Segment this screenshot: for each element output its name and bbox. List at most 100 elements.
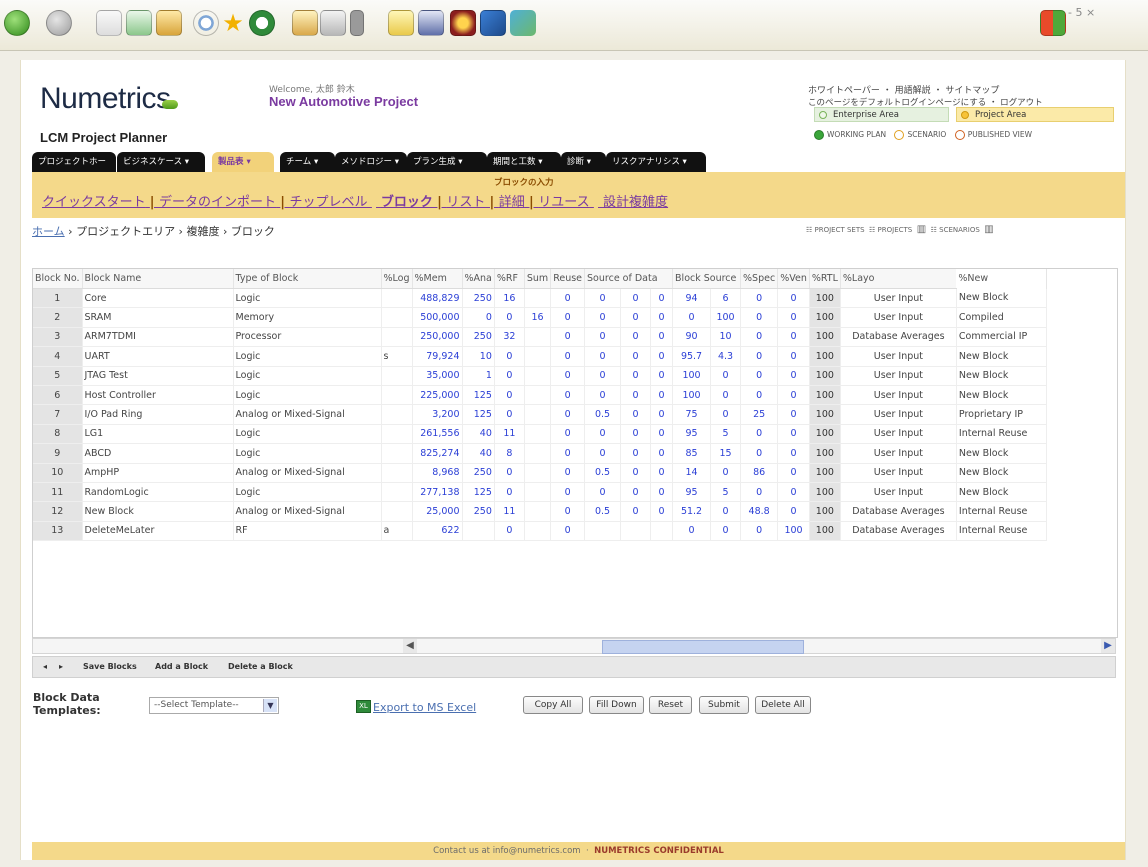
table-cell[interactable]: 0.5: [584, 463, 622, 483]
table-row[interactable]: 2 SRAM Memory 500,000 0 0 16 0 0 0 0 0 100 0 0 100 User …: [33, 307, 1047, 328]
table-cell[interactable]: User Input: [840, 346, 957, 367]
table-cell[interactable]: RF: [233, 521, 382, 541]
table-row[interactable]: 11 RandomLogic Logic 277,138 125 0 0 0 0 0 95 5 0 0 10…: [33, 482, 1047, 502]
table-cell[interactable]: 0: [650, 385, 674, 405]
table-cell[interactable]: 0: [584, 346, 622, 367]
table-cell[interactable]: [381, 385, 413, 405]
table-cell[interactable]: 15: [710, 443, 742, 464]
table-row[interactable]: 5 JTAG Test Logic 35,000 1 0 0 0 0 0 100 0 0 0 100 User…: [33, 366, 1047, 386]
col-header[interactable]: Type of Block: [233, 269, 382, 289]
table-cell[interactable]: 6: [710, 288, 742, 308]
table-cell[interactable]: [381, 327, 413, 347]
table-cell[interactable]: 0: [710, 404, 742, 425]
table-cell[interactable]: 100: [809, 288, 841, 308]
nav-business-case[interactable]: ビジネスケース ▾: [117, 152, 205, 172]
scenarios-link[interactable]: SCENARIOS: [939, 226, 980, 234]
breadcrumb-home[interactable]: ホーム: [32, 225, 65, 238]
table-cell[interactable]: 0: [494, 404, 525, 425]
col-header[interactable]: %Ven: [777, 269, 810, 289]
table-cell[interactable]: 0: [584, 424, 622, 444]
col-header[interactable]: Block No.: [33, 269, 83, 289]
excel-icon[interactable]: XL: [356, 700, 371, 713]
table-cell[interactable]: 0: [740, 424, 779, 444]
table-cell[interactable]: 79,924: [412, 346, 463, 367]
table-cell[interactable]: 94: [672, 288, 712, 308]
table-cell[interactable]: 0: [672, 521, 712, 541]
table-cell[interactable]: 250: [462, 327, 495, 347]
table-cell[interactable]: Analog or Mixed-Signal: [233, 404, 382, 425]
table-cell[interactable]: 0: [620, 404, 652, 425]
table-cell[interactable]: 0: [650, 482, 674, 502]
table-cell[interactable]: 250: [462, 288, 495, 308]
edit-icon[interactable]: [350, 10, 364, 36]
table-cell[interactable]: 100: [809, 463, 841, 483]
table-cell[interactable]: 488,829: [412, 288, 463, 308]
table-cell[interactable]: 100: [809, 521, 841, 541]
projects-link[interactable]: PROJECTS: [878, 226, 913, 234]
search-icon[interactable]: [193, 10, 219, 36]
table-cell[interactable]: Logic: [233, 346, 382, 367]
sublink-design-complexity[interactable]: 設計複雑度: [603, 195, 668, 210]
toolbar-icon[interactable]: [450, 10, 476, 36]
footer-contact[interactable]: Contact us at info@numetrics.com: [433, 846, 580, 856]
working-plan-radio[interactable]: [814, 130, 824, 140]
window-controls[interactable]: - 5 ×: [1068, 6, 1095, 19]
table-cell[interactable]: [524, 346, 552, 367]
table-cell[interactable]: Memory: [233, 307, 382, 328]
table-cell[interactable]: 0: [740, 521, 779, 541]
table-cell[interactable]: 0: [494, 346, 525, 367]
table-cell[interactable]: 8,968: [412, 463, 463, 483]
table-cell[interactable]: 0: [777, 404, 810, 425]
table-cell[interactable]: 0.5: [584, 501, 622, 522]
table-cell[interactable]: 0: [777, 327, 810, 347]
table-cell[interactable]: 0: [740, 327, 779, 347]
table-cell[interactable]: 100: [809, 366, 841, 386]
table-cell[interactable]: [584, 521, 622, 541]
table-row[interactable]: 6 Host Controller Logic 225,000 125 0 0 0 0 0 100 0…: [33, 385, 1047, 405]
scroll-thumb[interactable]: [602, 640, 804, 654]
table-cell[interactable]: 250: [462, 501, 495, 522]
table-cell[interactable]: [524, 288, 552, 308]
table-cell[interactable]: 0: [710, 501, 742, 522]
home-icon[interactable]: [156, 10, 182, 36]
table-cell[interactable]: 100: [809, 307, 841, 328]
table-cell[interactable]: 5: [710, 424, 742, 444]
table-cell[interactable]: 0: [550, 424, 586, 444]
table-cell[interactable]: 0: [550, 327, 586, 347]
nav-product-spec[interactable]: 製品表 ▾: [212, 152, 274, 172]
col-header[interactable]: Block Name: [82, 269, 234, 289]
table-cell[interactable]: 0: [740, 482, 779, 502]
col-header[interactable]: %New: [956, 269, 1047, 289]
table-cell[interactable]: 95: [672, 424, 712, 444]
table-cell[interactable]: 100: [809, 385, 841, 405]
table-cell[interactable]: [462, 521, 495, 541]
grid-view-icon[interactable]: ▥: [917, 224, 926, 235]
favorites-icon[interactable]: ★: [220, 10, 246, 36]
refresh-icon[interactable]: [126, 10, 152, 36]
table-cell[interactable]: 0: [650, 404, 674, 425]
table-cell[interactable]: Commercial IP: [956, 327, 1047, 347]
table-cell[interactable]: 0: [584, 443, 622, 464]
table-cell[interactable]: User Input: [840, 288, 957, 308]
table-cell[interactable]: Logic: [233, 288, 382, 308]
table-cell[interactable]: 0: [777, 443, 810, 464]
table-cell[interactable]: 0: [550, 482, 586, 502]
table-cell[interactable]: 0: [740, 366, 779, 386]
table-cell[interactable]: s: [381, 346, 413, 367]
table-cell[interactable]: New Block: [956, 463, 1047, 483]
table-cell[interactable]: New Block: [956, 366, 1047, 386]
table-cell[interactable]: Logic: [233, 366, 382, 386]
table-cell[interactable]: [381, 404, 413, 425]
table-cell[interactable]: [524, 366, 552, 386]
sublink-chip-level[interactable]: チップレベル: [289, 195, 367, 210]
table-cell[interactable]: 1: [462, 366, 495, 386]
table-cell[interactable]: 0: [550, 463, 586, 483]
col-header[interactable]: %Ana: [462, 269, 495, 289]
project-sets-link[interactable]: PROJECT SETS: [815, 226, 865, 234]
table-cell[interactable]: [381, 307, 413, 328]
table-cell[interactable]: 0: [650, 463, 674, 483]
table-cell[interactable]: Proprietary IP: [956, 404, 1047, 425]
table-cell[interactable]: a: [381, 521, 413, 541]
table-cell[interactable]: 0: [550, 366, 586, 386]
back-icon[interactable]: [4, 10, 30, 36]
